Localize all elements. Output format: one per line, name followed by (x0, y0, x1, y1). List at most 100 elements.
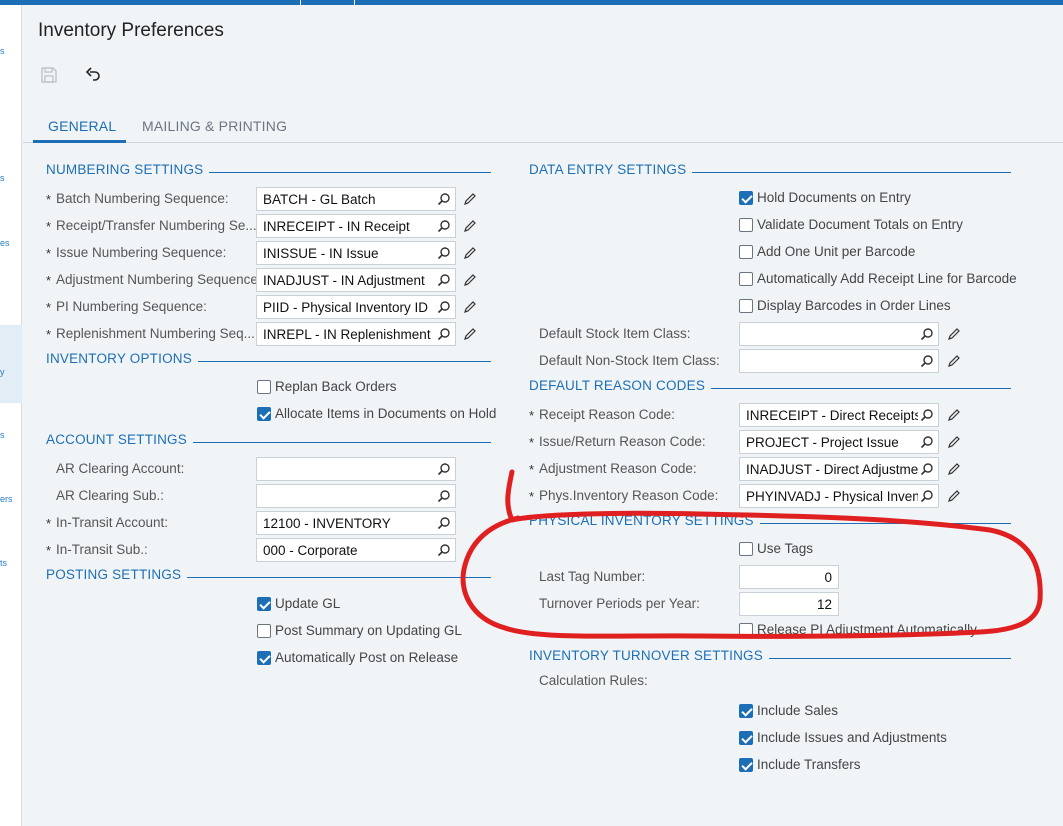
page-title: Inventory Preferences (38, 20, 224, 41)
checkbox-box[interactable] (257, 380, 271, 394)
checkbox-label: Display Barcodes in Order Lines (757, 298, 951, 313)
checkbox-box[interactable] (739, 218, 753, 232)
search-icon[interactable] (920, 489, 934, 503)
tab-general[interactable]: GENERAL (48, 118, 116, 134)
section-title: NUMBERING SETTINGS (46, 162, 210, 177)
edit-icon[interactable] (947, 408, 961, 422)
edit-icon[interactable] (463, 300, 477, 314)
default-stock-item-class-field[interactable] (739, 322, 939, 346)
leftnav-label[interactable]: ts (0, 558, 7, 568)
required-marker: * (46, 246, 52, 261)
tab-bar: GENERAL MAILING & PRINTING (23, 108, 1063, 143)
edit-icon[interactable] (947, 462, 961, 476)
search-icon[interactable] (920, 462, 934, 476)
batch-numbering-label: Batch Numbering Sequence: (56, 191, 229, 206)
section-inventory-turnover-settings: INVENTORY TURNOVER SETTINGS (529, 648, 1011, 668)
section-default-reason-codes: DEFAULT REASON CODES (529, 378, 1011, 398)
leftnav-label[interactable]: s (0, 173, 5, 183)
field-value: 000 - Corporate (263, 543, 358, 558)
edit-icon[interactable] (463, 219, 477, 233)
search-icon[interactable] (920, 435, 934, 449)
ar-clearing-account-label: AR Clearing Account: (56, 461, 185, 476)
leftnav-label[interactable]: ers (0, 494, 13, 504)
edit-icon[interactable] (947, 354, 961, 368)
edit-icon[interactable] (463, 273, 477, 287)
leftnav-active-item[interactable] (0, 325, 22, 403)
adjustment-numbering-field[interactable]: INADJUST - IN Adjustment (256, 268, 456, 292)
checkbox-box[interactable] (739, 245, 753, 259)
replenishment-numbering-label: Replenishment Numbering Seq... (56, 326, 255, 341)
checkbox-box[interactable] (257, 597, 271, 611)
field-value: PROJECT - Project Issue (746, 435, 899, 450)
batch-numbering-field[interactable]: BATCH - GL Batch (256, 187, 456, 211)
receipt-reason-code-label: Receipt Reason Code: (539, 407, 675, 422)
leftnav-label[interactable]: y (0, 367, 5, 377)
checkbox-box[interactable] (739, 731, 753, 745)
checkbox-label: Automatically Post on Release (275, 650, 459, 665)
checkbox-box[interactable] (739, 272, 753, 286)
search-icon[interactable] (437, 300, 451, 314)
save-icon (41, 67, 57, 83)
tab-mailing-printing[interactable]: MAILING & PRINTING (142, 118, 287, 134)
search-icon[interactable] (920, 327, 934, 341)
receipt-reason-code-field[interactable]: INRECEIPT - Direct Receipts (739, 403, 939, 427)
leftnav-label[interactable]: s (0, 430, 5, 440)
field-value: INREPL - IN Replenishment (263, 327, 431, 342)
checkbox-box[interactable] (739, 758, 753, 772)
phys-inventory-reason-code-field[interactable]: PHYINVADJ - Physical Inventory (739, 484, 939, 508)
required-marker: * (46, 300, 52, 315)
checkbox-box[interactable] (257, 624, 271, 638)
in-transit-sub-field[interactable]: 000 - Corporate (256, 538, 456, 562)
edit-icon[interactable] (947, 327, 961, 341)
checkbox-box[interactable] (739, 191, 753, 205)
search-icon[interactable] (437, 219, 451, 233)
search-icon[interactable] (920, 354, 934, 368)
edit-icon[interactable] (947, 489, 961, 503)
leftnav-label[interactable]: s (0, 46, 5, 56)
search-icon[interactable] (437, 273, 451, 287)
search-icon[interactable] (920, 408, 934, 422)
adjustment-reason-code-field[interactable]: INADJUST - Direct Adjustments (739, 457, 939, 481)
search-icon[interactable] (437, 192, 451, 206)
turnover-periods-field[interactable]: 12 (739, 592, 839, 616)
checkbox-box[interactable] (739, 542, 753, 556)
required-marker: * (529, 408, 535, 423)
pi-numbering-field[interactable]: PIID - Physical Inventory ID (256, 295, 456, 319)
edit-icon[interactable] (463, 246, 477, 260)
search-icon[interactable] (437, 246, 451, 260)
leftnav-label[interactable]: es (0, 238, 10, 248)
checkbox-box[interactable] (739, 704, 753, 718)
search-icon[interactable] (437, 462, 451, 476)
replenishment-numbering-field[interactable]: INREPL - IN Replenishment (256, 322, 456, 346)
checkbox-box[interactable] (739, 299, 753, 313)
last-tag-number-field[interactable]: 0 (739, 565, 839, 589)
ar-clearing-sub-field[interactable] (256, 484, 456, 508)
checkbox-box[interactable] (257, 407, 271, 421)
search-icon[interactable] (437, 327, 451, 341)
checkbox-label: Use Tags (757, 541, 814, 556)
checkbox-label: Include Issues and Adjustments (757, 730, 947, 745)
search-icon[interactable] (437, 516, 451, 530)
checkbox-box[interactable] (739, 623, 753, 637)
in-transit-account-field[interactable]: 12100 - INVENTORY (256, 511, 456, 535)
edit-icon[interactable] (463, 192, 477, 206)
issue-numbering-field[interactable]: INISSUE - IN Issue (256, 241, 456, 265)
issue-numbering-label: Issue Numbering Sequence: (56, 245, 227, 260)
issue-return-reason-code-field[interactable]: PROJECT - Project Issue (739, 430, 939, 454)
undo-button[interactable] (81, 63, 105, 87)
adjustment-reason-code-label: Adjustment Reason Code: (539, 461, 697, 476)
calculation-rules-label: Calculation Rules: (539, 673, 648, 688)
checkbox-label: Automatically Add Receipt Line for Barco… (757, 271, 1017, 286)
search-icon[interactable] (437, 489, 451, 503)
save-button[interactable] (37, 63, 61, 87)
edit-icon[interactable] (947, 435, 961, 449)
field-value: INRECEIPT - IN Receipt (263, 219, 410, 234)
checkbox-box[interactable] (257, 651, 271, 665)
ar-clearing-account-field[interactable] (256, 457, 456, 481)
section-physical-inventory-settings: PHYSICAL INVENTORY SETTINGS (529, 513, 1011, 533)
search-icon[interactable] (437, 543, 451, 557)
default-non-stock-item-class-field[interactable] (739, 349, 939, 373)
section-title: INVENTORY TURNOVER SETTINGS (529, 648, 769, 663)
edit-icon[interactable] (463, 327, 477, 341)
receipt-transfer-numbering-field[interactable]: INRECEIPT - IN Receipt (256, 214, 456, 238)
